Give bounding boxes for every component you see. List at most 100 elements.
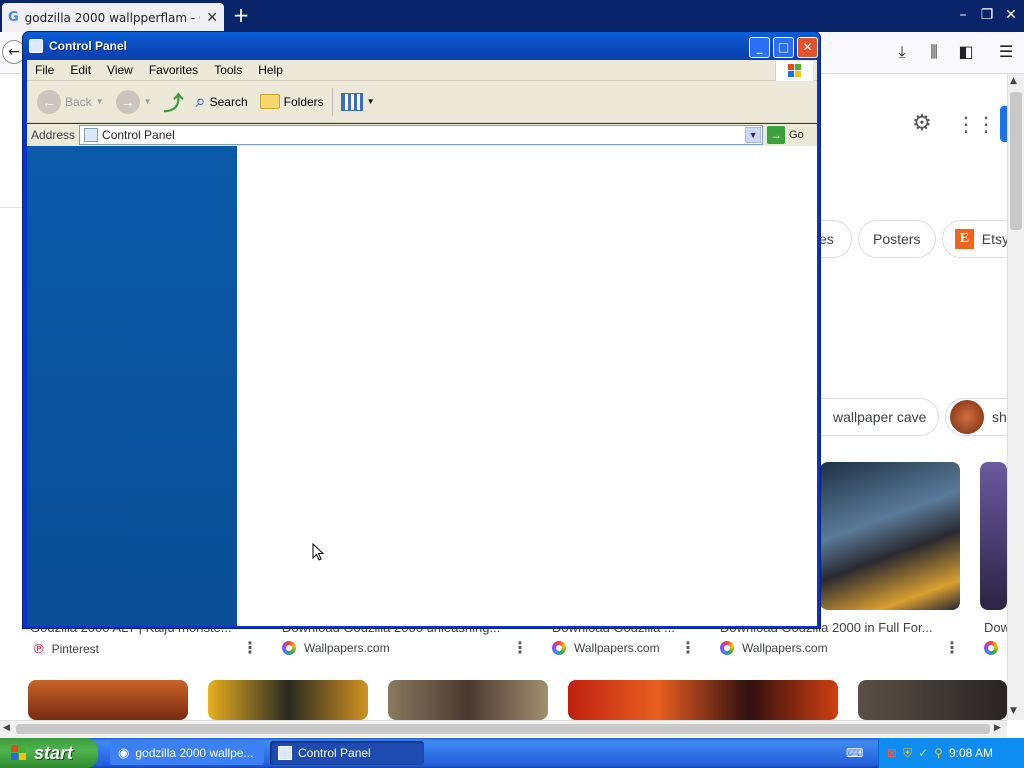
horizontal-scrollbar[interactable]: ◀ ▶	[0, 720, 1007, 737]
result-source[interactable]: Wallpapers.com	[720, 641, 828, 655]
task-pane	[27, 146, 237, 626]
control-panel-icon	[278, 746, 292, 760]
address-dropdown-icon[interactable]: ▼	[745, 127, 762, 143]
start-label: start	[34, 742, 74, 763]
browser-close-button[interactable]: ✕	[1000, 4, 1022, 26]
taskbar-item-browser[interactable]: ◉ godzilla 2000 wallpe...	[110, 741, 264, 765]
start-button[interactable]: start	[0, 738, 98, 768]
tab-close-icon[interactable]: ✕	[206, 10, 218, 26]
result-source[interactable]	[984, 641, 998, 655]
security-shield-icon[interactable]: ⛨	[903, 746, 912, 761]
maximize-button[interactable]: □	[773, 37, 794, 58]
chevron-down-icon: ▼	[366, 97, 375, 106]
download-icon[interactable]: ⤓	[890, 42, 914, 64]
menu-tools[interactable]: Tools	[206, 63, 250, 77]
sidebar-icon[interactable]: ◧	[954, 42, 978, 64]
browser-minimize-button[interactable]: –	[952, 4, 974, 26]
more-options-icon[interactable]: ⋮	[680, 638, 696, 657]
result-source[interactable]: Wallpapers.com	[552, 641, 660, 655]
google-favicon-icon: G	[8, 10, 19, 25]
result-image[interactable]	[980, 462, 1007, 610]
apps-grid-icon[interactable]: ⋮⋮⋮	[956, 112, 1016, 136]
library-icon[interactable]: ⫼	[922, 42, 946, 64]
scroll-up-icon[interactable]: ▲	[1010, 76, 1017, 86]
window-title: Control Panel	[49, 39, 128, 53]
result-image[interactable]	[858, 680, 1007, 720]
go-label: Go	[789, 129, 804, 141]
search-button[interactable]: ⌕ Search	[192, 91, 252, 112]
result-image[interactable]	[208, 680, 368, 720]
keyboard-icon[interactable]: ⌨	[846, 746, 868, 760]
chip-label: wallpaper cave	[833, 409, 927, 425]
menu-help[interactable]: Help	[250, 63, 291, 77]
chip-label: Etsy	[981, 231, 1009, 247]
menu-edit[interactable]: Edit	[62, 63, 99, 77]
forward-button[interactable]: → ▼	[112, 89, 156, 114]
close-button[interactable]: ✕	[797, 37, 818, 58]
folder-icon	[259, 94, 280, 109]
tab-title: godzilla 2000 wallpperflam - Google	[24, 10, 201, 25]
result-image[interactable]	[388, 680, 548, 720]
clock: 9:08 AM	[948, 746, 993, 760]
mouse-cursor-icon	[312, 543, 325, 561]
back-arrow-icon: ←	[37, 89, 61, 114]
minimize-button[interactable]: _	[749, 37, 770, 58]
windows-logo-icon	[11, 745, 26, 760]
wallpapers-icon	[552, 641, 566, 655]
toolbar-separator	[331, 87, 333, 116]
taskbar-item-control-panel[interactable]: Control Panel	[270, 741, 424, 765]
update-icon[interactable]: ✓	[918, 746, 928, 760]
address-bar: Address Control Panel ▼ → Go	[27, 124, 817, 146]
browser-restore-button[interactable]: ❐	[976, 4, 998, 26]
back-label: Back	[65, 94, 92, 109]
address-value: Control Panel	[102, 128, 175, 142]
result-image[interactable]	[820, 462, 960, 610]
vertical-scrollbar[interactable]: ▲ ▼	[1007, 74, 1024, 720]
forward-arrow-icon: →	[115, 89, 140, 114]
address-input[interactable]: Control Panel ▼	[79, 125, 764, 145]
go-button[interactable]: → Go	[767, 126, 804, 144]
result-image[interactable]	[568, 680, 838, 720]
scroll-down-icon[interactable]: ▼	[1010, 706, 1017, 716]
control-panel-icon	[84, 128, 99, 142]
system-tray: ⊠ ⛨ ✓ ⚲ 9:08 AM	[878, 738, 1024, 768]
chip-label: es	[819, 231, 834, 247]
views-button[interactable]: ▼	[337, 92, 379, 111]
chip-posters[interactable]: Posters	[858, 220, 936, 258]
wallpapers-icon	[720, 641, 734, 655]
more-options-icon[interactable]: ⋮	[944, 638, 960, 657]
windows-logo-icon	[775, 61, 813, 81]
up-button[interactable]: ⤴	[160, 87, 188, 116]
scroll-thumb[interactable]	[1010, 92, 1022, 230]
more-options-icon[interactable]: ⋮	[512, 638, 528, 657]
divider	[0, 207, 24, 208]
scroll-left-icon[interactable]: ◀	[3, 723, 10, 733]
new-tab-button[interactable]: +	[230, 4, 252, 28]
menu-icon[interactable]: ☰	[994, 42, 1018, 64]
result-image[interactable]	[28, 680, 188, 720]
scroll-right-icon[interactable]: ▶	[994, 723, 1001, 733]
menu-favorites[interactable]: Favorites	[141, 63, 206, 77]
chevron-down-icon: ▼	[143, 97, 152, 106]
browser-tab[interactable]: G godzilla 2000 wallpperflam - Google ✕	[2, 3, 224, 32]
result-source[interactable]: ℗ Pinterest	[34, 641, 99, 656]
settings-gear-icon[interactable]: ⚙	[910, 112, 934, 136]
go-arrow-icon: →	[767, 126, 786, 144]
more-options-icon[interactable]: ⋮	[242, 638, 258, 657]
control-panel-icon	[29, 39, 43, 53]
taskbar-item-label: godzilla 2000 wallpe...	[135, 746, 254, 760]
window-title-bar[interactable]	[23, 32, 820, 60]
folders-button[interactable]: Folders	[256, 94, 328, 109]
network-icon[interactable]: ⊠	[887, 746, 897, 760]
result-source[interactable]: Wallpapers.com	[282, 641, 390, 655]
scroll-thumb[interactable]	[16, 724, 990, 734]
back-button[interactable]: ← Back ▼	[33, 89, 108, 114]
search-icon: ⌕	[195, 91, 206, 111]
menu-view[interactable]: View	[99, 63, 141, 77]
search-icon[interactable]: ⚲	[934, 746, 943, 760]
pinterest-icon: ℗	[34, 641, 44, 656]
control-panel-window: Control Panel _ □ ✕ File Edit View Favor…	[22, 31, 821, 629]
source-label: Wallpapers.com	[304, 641, 390, 655]
menu-file[interactable]: File	[27, 63, 62, 77]
result-caption[interactable]: Dow	[984, 620, 1007, 635]
